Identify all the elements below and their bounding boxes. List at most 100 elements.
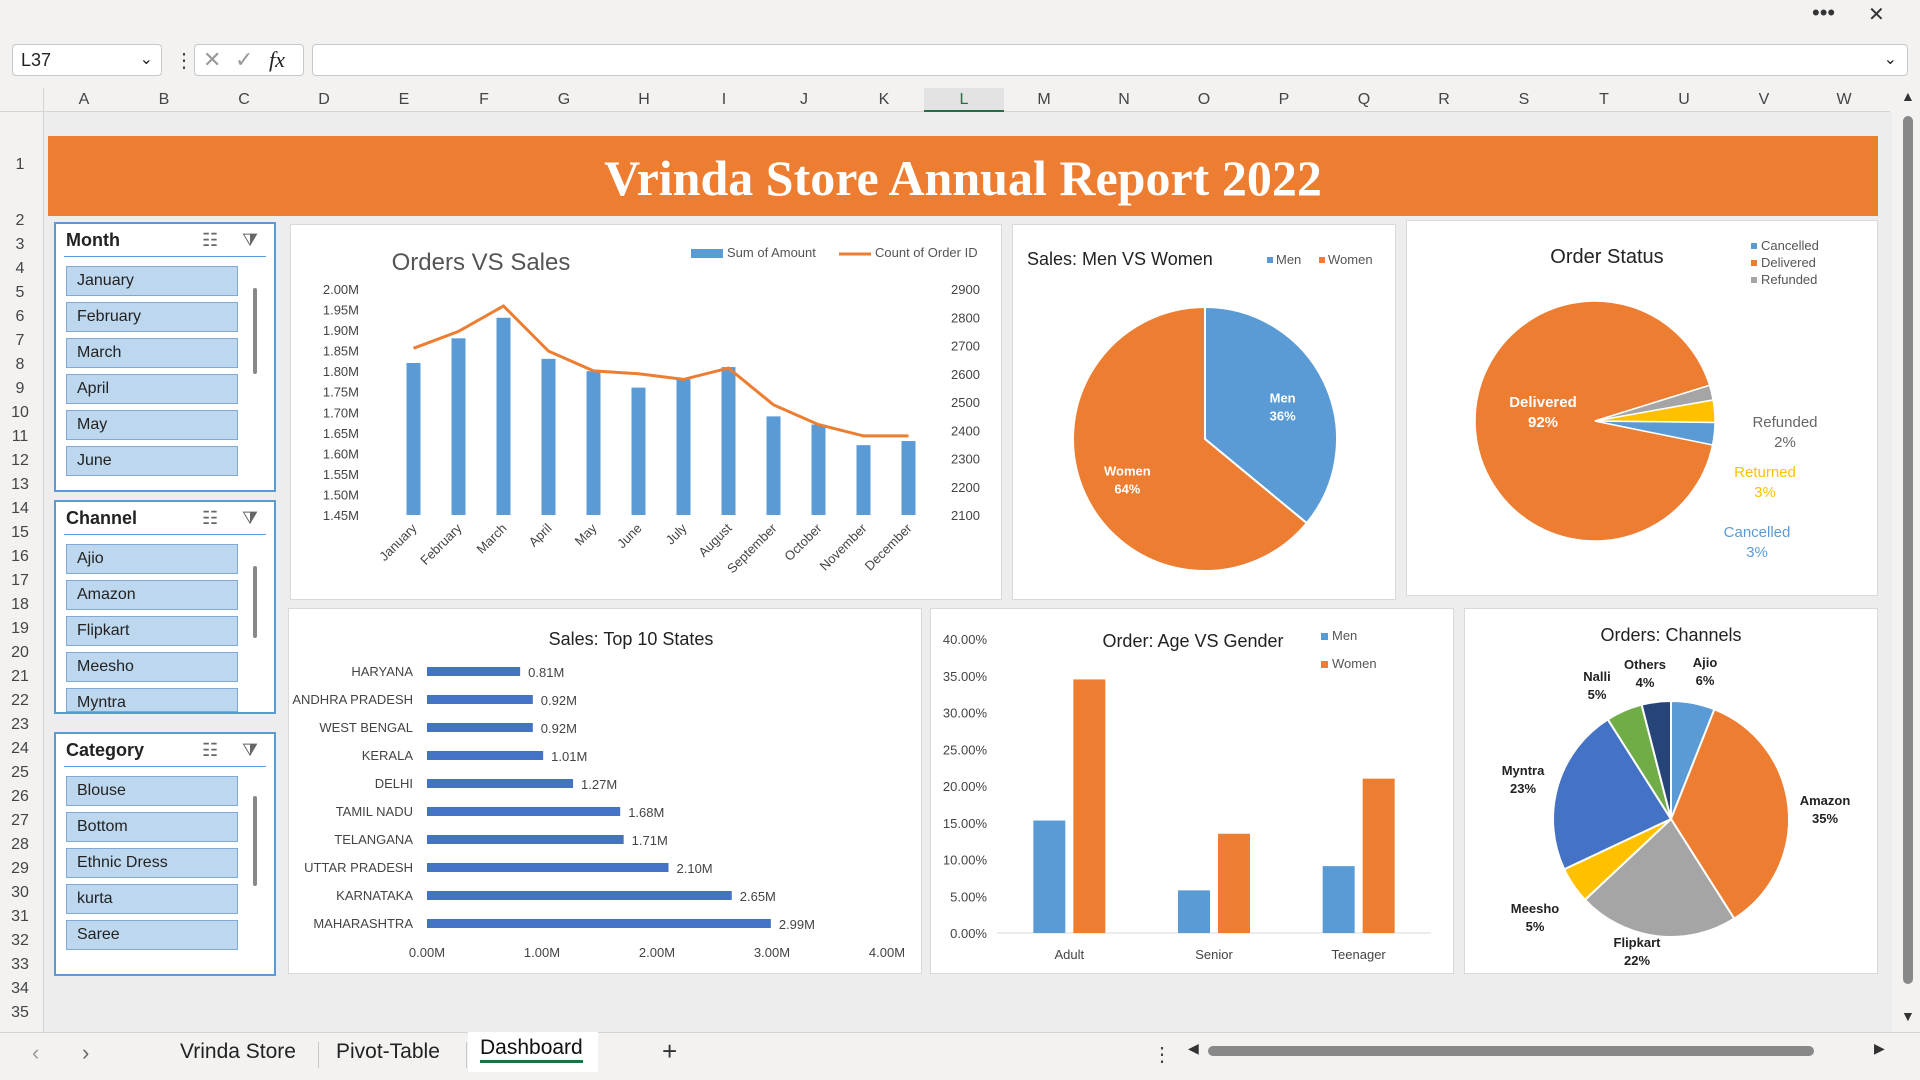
row-header[interactable]: 31 (0, 908, 40, 926)
row-header[interactable]: 11 (0, 428, 40, 446)
scroll-down-icon[interactable]: ▼ (1901, 1008, 1915, 1024)
multi-select-icon[interactable]: ☷ (202, 230, 218, 251)
row-header[interactable]: 28 (0, 836, 40, 854)
scroll-up-icon[interactable]: ▲ (1901, 88, 1915, 104)
slicer-item[interactable]: March (66, 338, 238, 368)
tab-vrinda-store[interactable]: Vrinda Store (180, 1040, 296, 1064)
age-gender-panel[interactable]: Order: Age VS Gender Men Women 40.00% 35.00%… (930, 608, 1454, 974)
column-header[interactable]: W (1804, 88, 1884, 112)
scroll-thumb[interactable] (1903, 116, 1913, 984)
row-header[interactable]: 2 (0, 212, 40, 230)
row-header[interactable]: 3 (0, 236, 40, 254)
column-header[interactable]: J (764, 88, 844, 112)
column-header[interactable]: C (204, 88, 284, 112)
slicer-item[interactable]: Blouse (66, 776, 238, 806)
column-header[interactable]: H (604, 88, 684, 112)
row-header[interactable]: 17 (0, 572, 40, 590)
column-header[interactable]: E (364, 88, 444, 112)
horizontal-scrollbar[interactable]: ◀ ▶ (1180, 1040, 1885, 1064)
row-header[interactable]: 32 (0, 932, 40, 950)
next-sheet-icon[interactable]: › (82, 1040, 89, 1066)
scroll-left-icon[interactable]: ◀ (1188, 1040, 1199, 1057)
clear-filter-icon[interactable]: ⧩ (242, 740, 258, 761)
check-icon[interactable]: ✓ (235, 47, 253, 73)
slicer-item[interactable]: Flipkart (66, 616, 238, 646)
row-header[interactable]: 34 (0, 980, 40, 998)
row-header[interactable]: 10 (0, 404, 40, 422)
column-header[interactable]: O (1164, 88, 1244, 112)
column-header[interactable]: P (1244, 88, 1324, 112)
row-header[interactable]: 1 (0, 156, 40, 174)
row-header[interactable]: 12 (0, 452, 40, 470)
slicer-item[interactable]: Bottom (66, 812, 238, 842)
row-header[interactable]: 23 (0, 716, 40, 734)
channel-slicer[interactable]: Channel ☷ ⧩ Ajio Amazon Flipkart Meesho … (54, 500, 276, 714)
column-header[interactable]: F (444, 88, 524, 112)
options-icon[interactable]: ⋮ (1152, 1042, 1172, 1067)
column-header[interactable]: B (124, 88, 204, 112)
slicer-item[interactable]: February (66, 302, 238, 332)
row-header[interactable]: 15 (0, 524, 40, 542)
formula-input[interactable]: ⌄ (312, 44, 1908, 76)
month-slicer[interactable]: Month ☷ ⧩ January February March April M… (54, 222, 276, 492)
top-states-panel[interactable]: Sales: Top 10 States HARYANA 0.81M ANDHRA P… (288, 608, 922, 974)
column-header[interactable]: I (684, 88, 764, 112)
slicer-item[interactable]: kurta (66, 884, 238, 914)
slicer-scrollbar[interactable] (253, 796, 257, 886)
slicer-item[interactable]: June (66, 446, 238, 476)
function-icon[interactable]: fx (269, 47, 285, 73)
row-header[interactable]: 26 (0, 788, 40, 806)
prev-sheet-icon[interactable]: ‹ (32, 1040, 39, 1066)
column-header[interactable]: L (924, 88, 1004, 112)
formula-options-icon[interactable]: ⋮ (174, 48, 194, 73)
sales-men-women-panel[interactable]: Sales: Men VS Women Men Women Men 36% Women 64… (1012, 224, 1396, 600)
row-header[interactable]: 6 (0, 308, 40, 326)
column-header[interactable]: N (1084, 88, 1164, 112)
row-header[interactable]: 19 (0, 620, 40, 638)
slicer-item[interactable]: Ajio (66, 544, 238, 574)
row-header[interactable]: 27 (0, 812, 40, 830)
row-header[interactable]: 35 (0, 1004, 40, 1022)
row-header[interactable]: 24 (0, 740, 40, 758)
order-status-panel[interactable]: Order Status Cancelled Delivered Refunded De… (1406, 220, 1878, 596)
name-box[interactable]: L37 ⌄ (12, 44, 162, 76)
tab-dashboard[interactable]: Dashboard (480, 1036, 583, 1063)
column-header[interactable]: R (1404, 88, 1484, 112)
row-header[interactable]: 30 (0, 884, 40, 902)
slicer-item[interactable]: Saree (66, 920, 238, 950)
column-header[interactable]: T (1564, 88, 1644, 112)
clear-filter-icon[interactable]: ⧩ (242, 230, 258, 251)
row-header[interactable]: 18 (0, 596, 40, 614)
row-header[interactable]: 14 (0, 500, 40, 518)
scroll-right-icon[interactable]: ▶ (1874, 1040, 1885, 1057)
column-header[interactable]: K (844, 88, 924, 112)
slicer-item[interactable]: January (66, 266, 238, 296)
slicer-scrollbar[interactable] (253, 566, 257, 638)
column-header[interactable]: S (1484, 88, 1564, 112)
column-header[interactable]: G (524, 88, 604, 112)
row-header[interactable]: 4 (0, 260, 40, 278)
close-icon[interactable]: ✕ (1868, 2, 1885, 27)
column-header[interactable]: Q (1324, 88, 1404, 112)
channels-panel[interactable]: Orders: Channels Ajio 6% Amazon 35% Flipkart 2… (1464, 608, 1878, 974)
column-header[interactable]: D (284, 88, 364, 112)
slicer-item[interactable]: May (66, 410, 238, 440)
multi-select-icon[interactable]: ☷ (202, 508, 218, 529)
category-slicer[interactable]: Category ☷ ⧩ Blouse Bottom Ethnic Dress … (54, 732, 276, 976)
row-header[interactable]: 7 (0, 332, 40, 350)
cancel-icon[interactable]: ✕ (203, 47, 221, 73)
row-header[interactable]: 33 (0, 956, 40, 974)
column-header[interactable]: U (1644, 88, 1724, 112)
row-header[interactable]: 16 (0, 548, 40, 566)
slicer-item[interactable]: Meesho (66, 652, 238, 682)
slicer-item[interactable]: Ethnic Dress (66, 848, 238, 878)
row-header[interactable]: 5 (0, 284, 40, 302)
tab-pivot-table[interactable]: Pivot-Table (336, 1040, 440, 1064)
vertical-scrollbar[interactable]: ▲ ▼ (1896, 88, 1920, 1032)
orders-vs-sales-panel[interactable]: Orders VS Sales Sum of Amount Count of Ord… (290, 224, 1002, 600)
add-sheet-icon[interactable]: + (662, 1036, 677, 1067)
row-header[interactable]: 29 (0, 860, 40, 878)
slicer-item[interactable]: Amazon (66, 580, 238, 610)
row-header[interactable]: 8 (0, 356, 40, 374)
clear-filter-icon[interactable]: ⧩ (242, 508, 258, 529)
